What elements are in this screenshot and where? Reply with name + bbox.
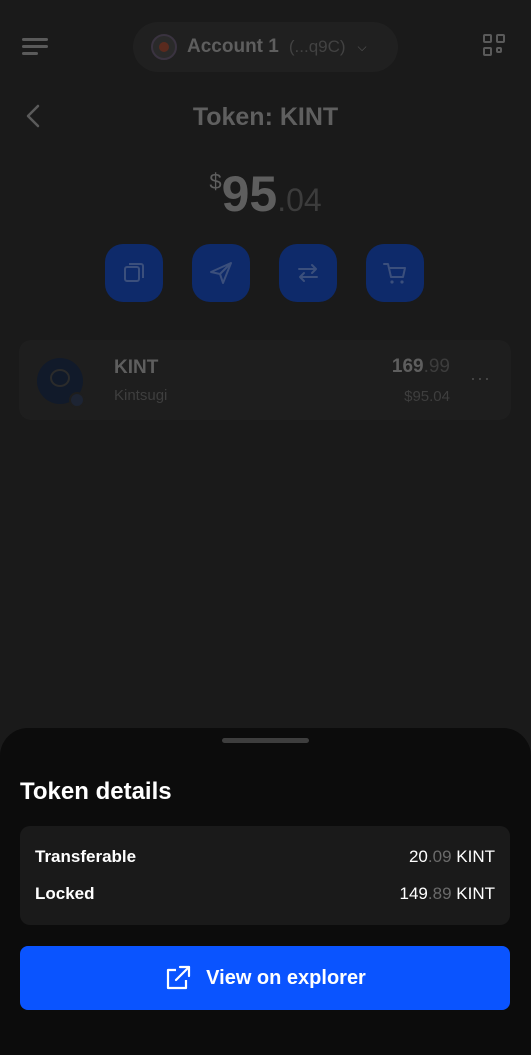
view-on-explorer-button[interactable]: View on explorer (20, 946, 510, 1010)
qr-icon-part (496, 34, 505, 43)
send-button[interactable] (192, 244, 250, 302)
qr-code-button[interactable] (483, 34, 507, 58)
swap-icon (298, 264, 318, 282)
detail-value: 149.89 KINT (400, 884, 495, 904)
token-amount-dec: .99 (423, 356, 450, 377)
detail-value: 20.09 KINT (409, 847, 495, 867)
token-amount-int: 169 (391, 356, 424, 377)
sheet-title: Token details (20, 778, 172, 805)
header: Account 1 (...q9C) ⌵ (0, 0, 531, 96)
detail-value-dec: .89 (427, 884, 452, 903)
menu-icon (22, 38, 48, 41)
menu-button[interactable] (20, 34, 50, 60)
detail-value-int: 149 (399, 884, 428, 903)
page-title: Token: KINT (192, 103, 339, 131)
menu-icon-line (22, 52, 38, 55)
more-options-icon[interactable]: ··· (470, 368, 491, 389)
logo-ring (50, 369, 70, 387)
app-screen: Account 1 (...q9C) ⌵ Token: KINT $95.04 (0, 0, 531, 1055)
buy-button[interactable] (366, 244, 424, 302)
cart-icon (383, 263, 406, 284)
account-avatar (151, 34, 177, 60)
qr-icon (483, 34, 492, 43)
detail-row-locked: Locked 149.89 KINT (35, 882, 495, 906)
token-fiat-value: $95.04 (404, 388, 450, 405)
network-badge-icon (69, 392, 85, 408)
menu-icon-line (22, 45, 48, 48)
copy-icon (124, 263, 144, 282)
account-name: Account 1 (187, 36, 279, 57)
token-amount: 169.99 (392, 356, 450, 378)
balance-decimal: .04 (277, 182, 322, 218)
detail-value-unit: KINT (456, 847, 495, 866)
total-balance: $95.04 (0, 165, 531, 223)
qr-icon-part (496, 47, 502, 53)
balance-integer: 95 (221, 166, 278, 222)
token-details-sheet: Token details Transferable 20.09 KINT Lo… (0, 728, 531, 1055)
account-selector[interactable]: Account 1 (...q9C) ⌵ (133, 22, 398, 72)
action-buttons (105, 244, 424, 302)
balance-currency-symbol: $ (209, 169, 222, 194)
detail-label: Locked (35, 884, 95, 903)
send-icon (210, 262, 232, 284)
detail-value-unit: KINT (456, 884, 495, 903)
swap-button[interactable] (279, 244, 337, 302)
token-name: Kintsugi (114, 387, 168, 404)
account-address: (...q9C) (288, 37, 346, 56)
explorer-button-label: View on explorer (206, 966, 366, 989)
details-box: Transferable 20.09 KINT Locked 149.89 KI… (20, 826, 510, 925)
chevron-down-icon: ⌵ (357, 39, 367, 54)
token-symbol: KINT (114, 357, 159, 378)
external-link-icon (167, 965, 191, 990)
detail-value-int: 20 (408, 847, 428, 866)
sheet-drag-handle[interactable] (222, 738, 309, 743)
copy-address-button[interactable] (105, 244, 163, 302)
detail-row-transferable: Transferable 20.09 KINT (35, 845, 495, 869)
qr-icon-part (483, 47, 492, 56)
detail-label: Transferable (35, 847, 137, 866)
detail-value-dec: .09 (427, 847, 452, 866)
token-card[interactable]: KINT Kintsugi 169.99 $95.04 ··· (19, 340, 511, 420)
